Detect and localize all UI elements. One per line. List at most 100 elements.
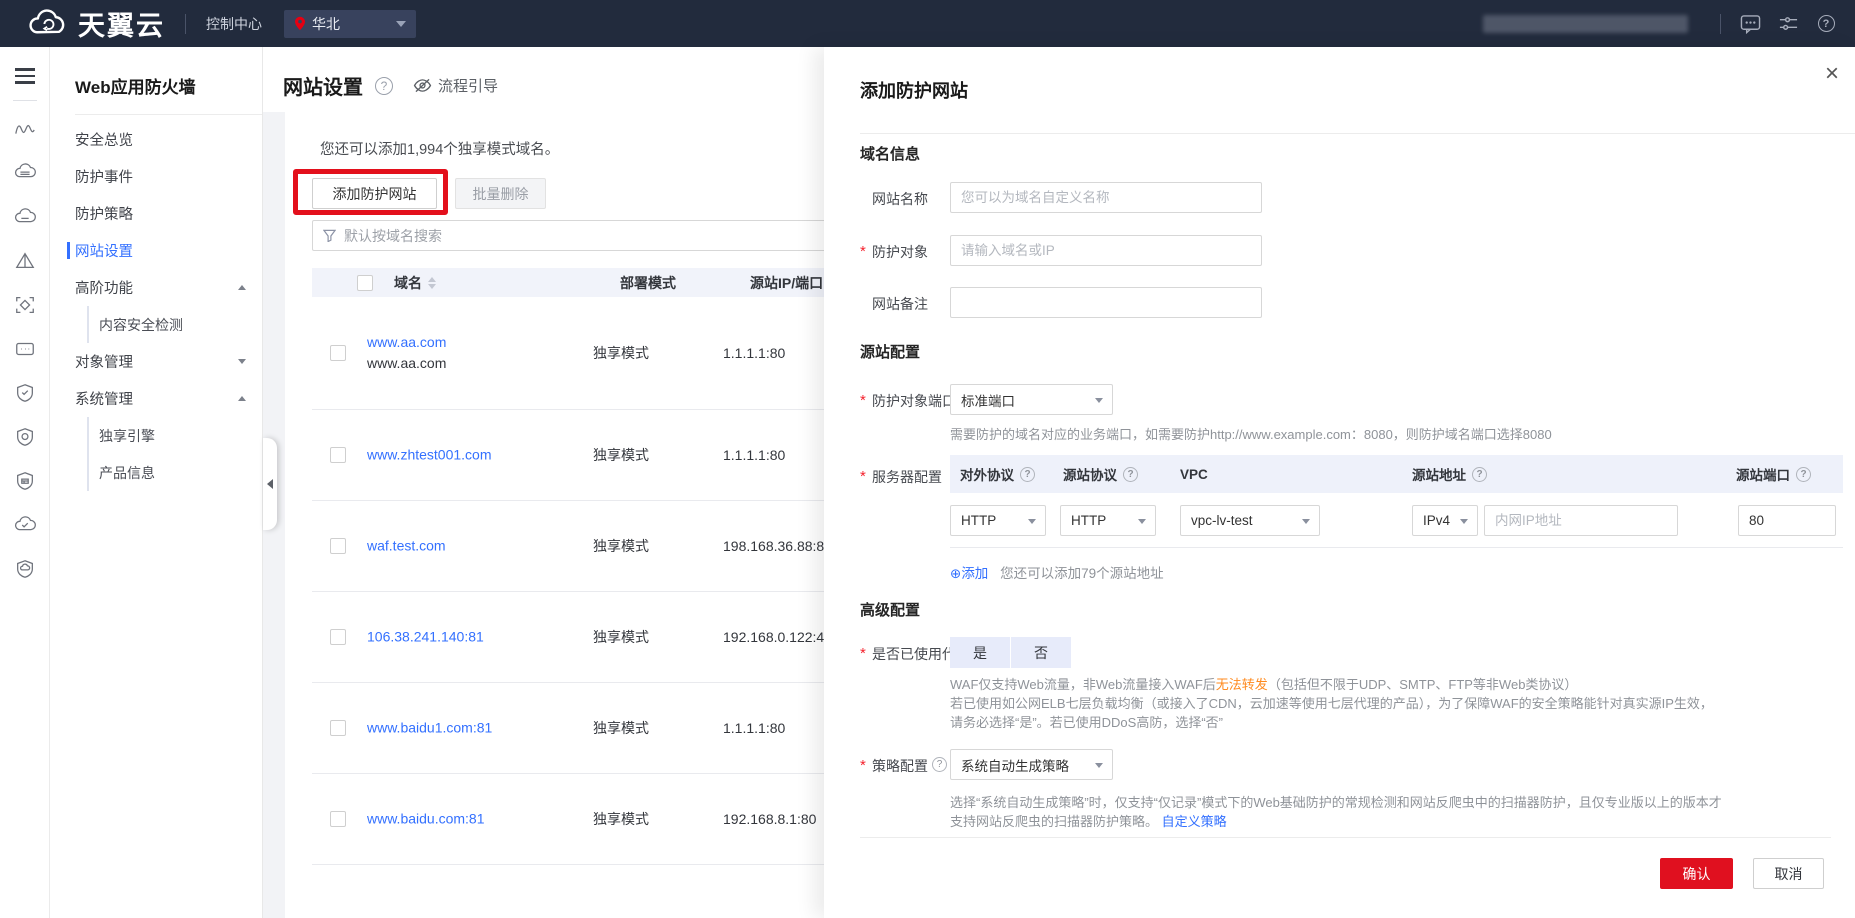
chevron-down-icon <box>1095 398 1103 403</box>
proxy-yes-button[interactable]: 是 <box>950 637 1010 668</box>
preferences-sliders-icon[interactable] <box>1777 13 1799 35</box>
monitor-wave-icon[interactable] <box>13 117 37 141</box>
origin-ip-port: 192.168.0.122:44 <box>723 629 832 645</box>
sidebar-item-product-info[interactable]: 产品信息 <box>87 454 262 491</box>
policy-select[interactable]: 系统自动生成策略 <box>950 749 1113 780</box>
vpc-select[interactable]: vpc-lv-test <box>1180 505 1320 536</box>
chevron-left-icon <box>267 479 273 489</box>
eye-slash-icon <box>413 78 432 93</box>
row-checkbox[interactable] <box>330 538 346 554</box>
cloud-check-icon[interactable] <box>13 513 37 537</box>
required-mark: * <box>860 468 872 485</box>
protect-port-select[interactable]: 标准端口 <box>950 384 1113 415</box>
site-name-label: 网站名称 <box>872 189 928 209</box>
domain-link[interactable]: www.aa.com <box>367 332 446 353</box>
custom-policy-link[interactable]: 自定义策略 <box>1162 814 1227 829</box>
region-value: 华北 <box>312 14 396 34</box>
domain-link[interactable]: www.baidu1.com:81 <box>367 718 492 739</box>
cancel-button[interactable]: 取消 <box>1753 858 1824 889</box>
sidebar-item-content-security-check[interactable]: 内容安全检测 <box>87 306 262 343</box>
sidebar-item-object-management[interactable]: 对象管理 <box>50 343 262 380</box>
menu-title: Web应用防火墙 <box>50 47 262 114</box>
site-remark-label: 网站备注 <box>872 294 928 314</box>
sidebar-item-system-management[interactable]: 系统管理 <box>50 380 262 417</box>
help-icon[interactable]: ? <box>1123 467 1138 482</box>
protect-port-label: 防护对象端口 <box>872 391 956 411</box>
domain-link[interactable]: 106.38.241.140:81 <box>367 627 484 648</box>
site-name-input[interactable] <box>950 182 1262 213</box>
message-icon[interactable] <box>1739 13 1761 35</box>
brand-logo[interactable]: 天翼云 <box>26 4 165 43</box>
sort-icon[interactable] <box>428 277 436 289</box>
origin-address-input[interactable] <box>1484 505 1678 536</box>
menu-collapse-handle[interactable] <box>263 438 277 530</box>
sidebar-item-protection-policies[interactable]: 防护策略 <box>50 195 262 232</box>
origin-port-input[interactable] <box>1738 505 1836 536</box>
waf-menu-panel: Web应用防火墙 安全总览 防护事件 防护策略 网站设置 高阶功能 内容安全检测… <box>50 47 263 918</box>
origin-ip-port: 192.168.8.1:80 <box>723 811 816 827</box>
row-checkbox[interactable] <box>330 345 346 361</box>
origin-protocol-select[interactable]: HTTP <box>1060 505 1156 536</box>
row-checkbox[interactable] <box>330 811 346 827</box>
confirm-button[interactable]: 确认 <box>1660 858 1733 889</box>
chevron-up-icon <box>238 285 246 290</box>
shield-check-icon[interactable] <box>13 381 37 405</box>
deploy-mode: 独享模式 <box>593 627 649 647</box>
region-selector[interactable]: 华北 <box>284 10 416 38</box>
column-domain: 域名 <box>394 273 422 293</box>
domain-link[interactable]: waf.test.com <box>367 536 446 557</box>
help-icon[interactable]: ? <box>1815 13 1837 35</box>
shield-store-icon[interactable] <box>13 469 37 493</box>
highlight-text: 无法转发 <box>1216 677 1268 692</box>
sidebar-item-advanced-features[interactable]: 高阶功能 <box>50 269 262 306</box>
console-center-link[interactable]: 控制中心 <box>206 14 262 34</box>
select-all-checkbox[interactable] <box>357 275 373 291</box>
sidebar-item-dedicated-engine[interactable]: 独享引擎 <box>87 417 262 454</box>
help-icon[interactable]: ? <box>932 757 947 772</box>
brand-name: 天翼云 <box>78 4 165 43</box>
shield-cloud-icon[interactable] <box>13 557 37 581</box>
chat-box-icon[interactable] <box>13 337 37 361</box>
row-checkbox[interactable] <box>330 629 346 645</box>
required-mark: * <box>860 645 872 662</box>
shield-hex-icon[interactable] <box>13 425 37 449</box>
help-icon[interactable]: ? <box>1796 467 1811 482</box>
sidebar-item-protection-events[interactable]: 防护事件 <box>50 158 262 195</box>
policy-note: 选择“系统自动生成策略”时，仅支持“仅记录”模式下的Web基础防护的常规检测和网… <box>950 793 1722 831</box>
topbar-divider <box>1720 14 1721 34</box>
row-checkbox[interactable] <box>330 447 346 463</box>
deploy-mode: 独享模式 <box>593 536 649 556</box>
page-help-icon[interactable]: ? <box>375 77 393 95</box>
cloud-icon[interactable] <box>13 205 37 229</box>
external-protocol-select[interactable]: HTTP <box>950 505 1046 536</box>
frame-diamond-icon[interactable] <box>13 293 37 317</box>
process-guide-toggle[interactable]: 流程引导 <box>413 75 498 96</box>
close-icon[interactable]: × <box>1825 63 1839 85</box>
help-icon[interactable]: ? <box>1472 467 1487 482</box>
add-origin-link[interactable]: ⊕添加 <box>950 566 988 581</box>
screen: 天翼云 控制中心 华北 <box>0 0 1855 918</box>
protect-target-input[interactable] <box>950 235 1262 266</box>
domain-link[interactable]: www.zhtest001.com <box>367 445 492 466</box>
sidebar-item-website-settings[interactable]: 网站设置 <box>50 232 262 269</box>
hamburger-menu-icon[interactable] <box>15 64 35 88</box>
chevron-down-icon <box>238 359 246 364</box>
proxy-no-button[interactable]: 否 <box>1011 637 1071 668</box>
domain-link[interactable]: www.baidu.com:81 <box>367 809 485 830</box>
add-protected-website-button[interactable]: 添加防护网站 <box>312 178 437 209</box>
site-remark-input[interactable] <box>950 287 1262 318</box>
row-checkbox[interactable] <box>330 720 346 736</box>
quota-text: 您还可以添加1,994个独享模式域名。 <box>320 138 559 159</box>
section-origin-config: 源站配置 <box>860 341 920 362</box>
add-origin-note: 您还可以添加79个源站地址 <box>1000 566 1164 581</box>
cloud-host-icon[interactable] <box>13 161 37 185</box>
required-mark: * <box>860 757 872 774</box>
help-icon[interactable]: ? <box>1020 467 1035 482</box>
sidebar-item-security-overview[interactable]: 安全总览 <box>50 121 262 158</box>
plus-circle-icon: ⊕ <box>950 566 961 581</box>
prism-icon[interactable] <box>13 249 37 273</box>
batch-delete-button[interactable]: 批量删除 <box>455 178 546 209</box>
server-config-label: 服务器配置 <box>872 467 942 487</box>
proxy-note: WAF仅支持Web流量，非Web流量接入WAF后无法转发（包括但不限于UDP、S… <box>950 675 1722 732</box>
address-type-select[interactable]: IPv4 <box>1412 505 1478 536</box>
